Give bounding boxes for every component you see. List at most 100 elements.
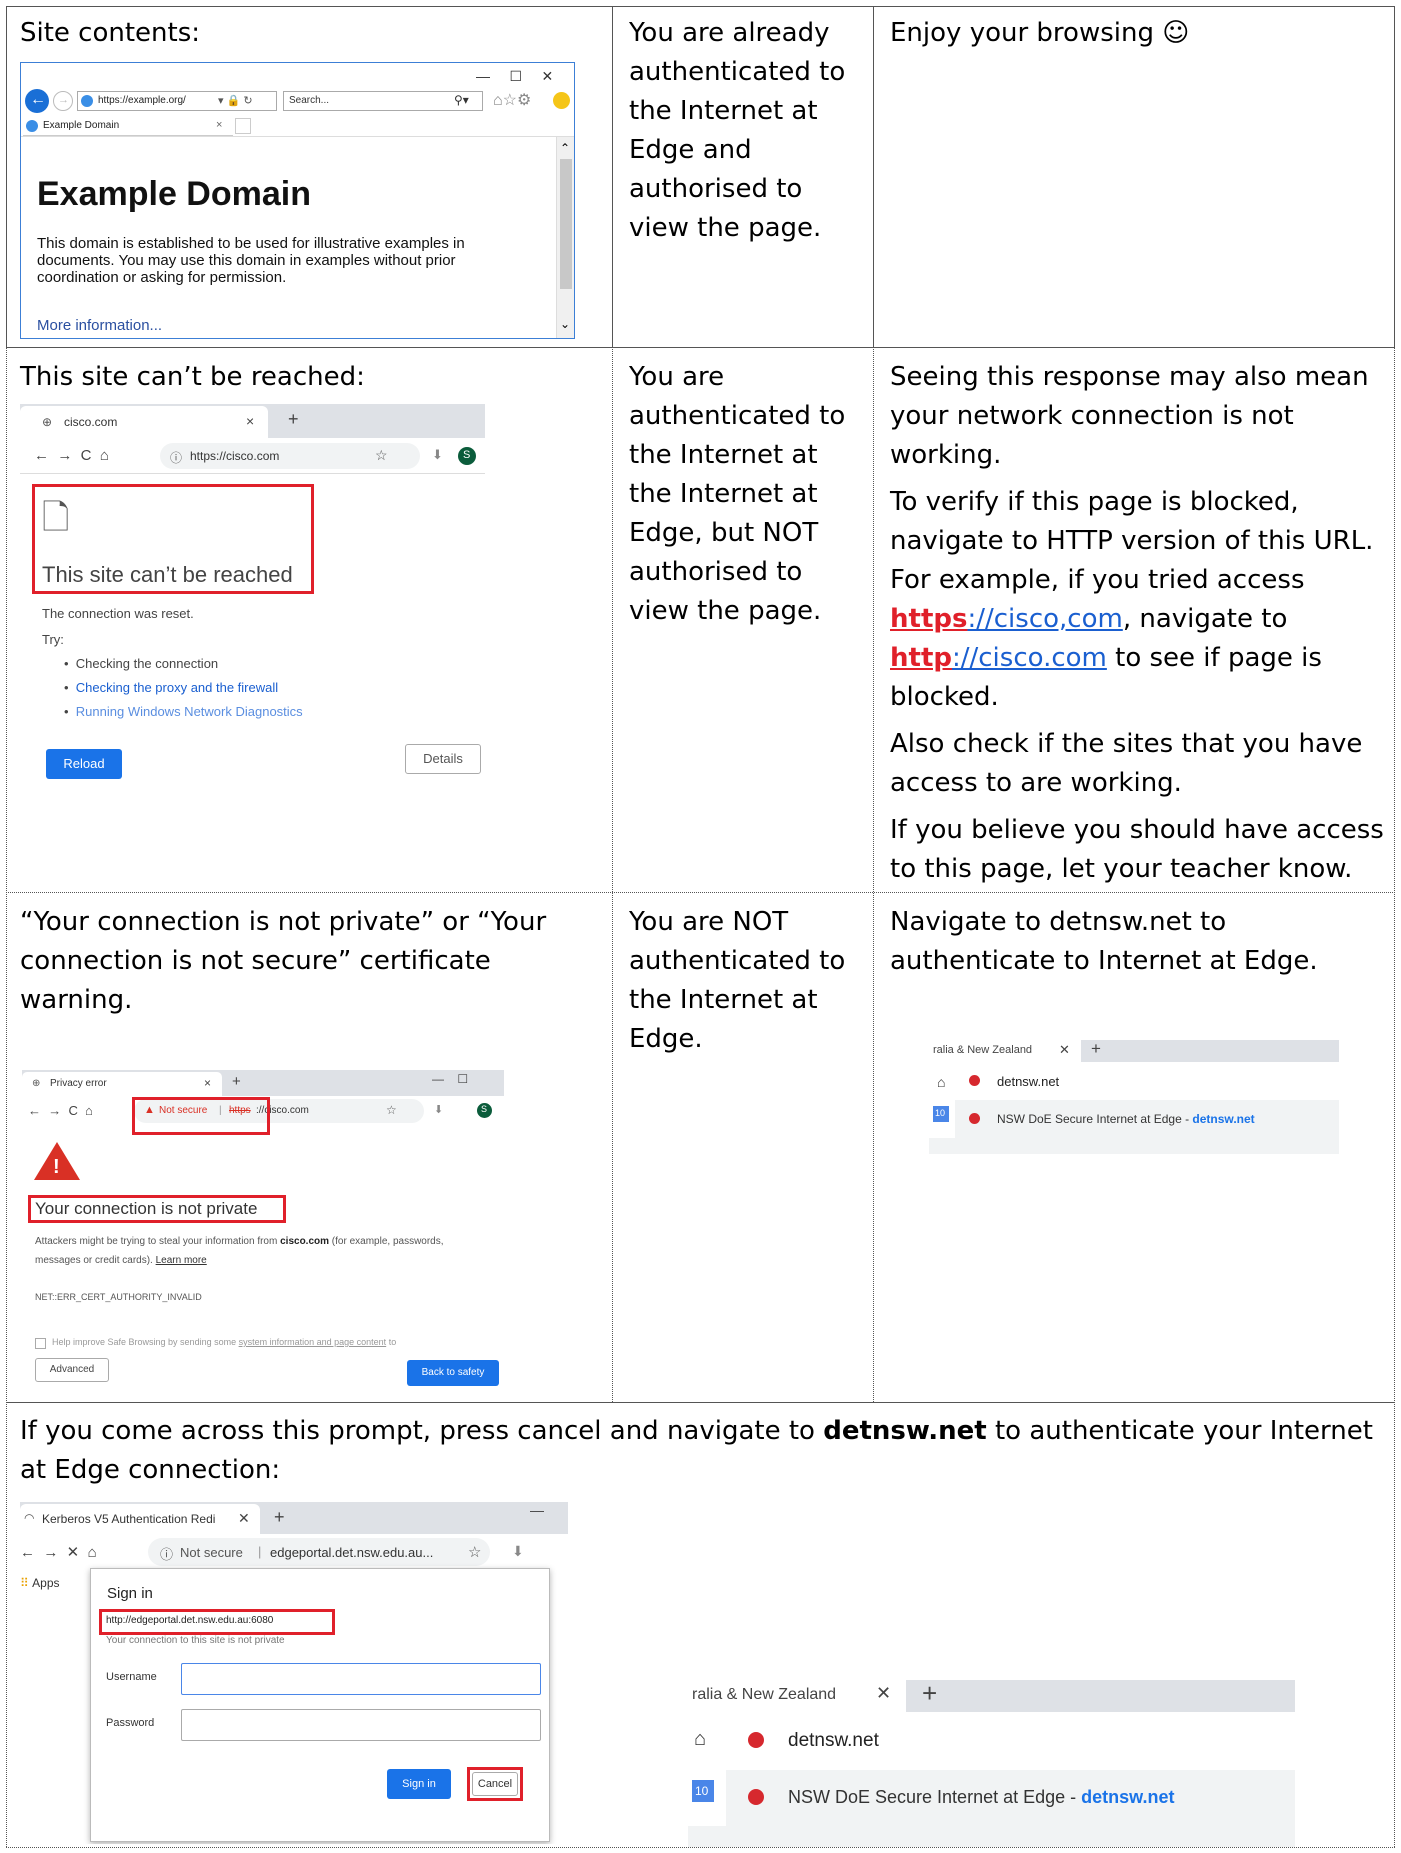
back-to-safety-button[interactable]: Back to safety [407, 1360, 499, 1386]
tab-title[interactable]: ralia & New Zealand [692, 1686, 836, 1704]
star-icon[interactable]: ☆ [468, 1543, 481, 1561]
avatar[interactable]: S [458, 447, 476, 465]
smiley-icon[interactable] [553, 92, 570, 109]
info-icon: ⓘ [170, 451, 183, 465]
signin-dialog: Sign in http://edgeportal.det.nsw.edu.au… [90, 1568, 550, 1842]
scrollbar[interactable]: ⌃ ⌄ [556, 137, 574, 338]
col-divider-1-r1 [612, 6, 613, 347]
cancel-button[interactable]: Cancel [472, 1772, 518, 1796]
home-icon[interactable]: ⌂ [937, 1074, 945, 1090]
search-box[interactable]: Search... ⚲▾ [283, 91, 483, 111]
home-icon[interactable]: ⌂ [694, 1728, 706, 1751]
tab-title: Example Domain [43, 120, 120, 131]
http-link-rest[interactable]: ://cisco.com [952, 643, 1107, 673]
https-link-rest[interactable]: ://cisco,com [967, 604, 1122, 634]
tab-close-icon[interactable]: ✕ [238, 1510, 250, 1527]
calendar-number: 10 [695, 1784, 709, 1798]
dialog-url: http://edgeportal.det.nsw.edu.au:6080 [106, 1615, 274, 1626]
chrome-tab[interactable]: ⊕ cisco.com × [20, 406, 268, 438]
download-icon[interactable]: ⬇ [512, 1543, 524, 1560]
star-icon[interactable]: ☆ [386, 1103, 397, 1117]
apps-bookmark[interactable]: ⠿ Apps [20, 1576, 60, 1590]
omnibox[interactable]: detnsw.net [726, 1712, 1295, 1770]
tab-title: cisco.com [64, 415, 118, 429]
error-code: NET::ERR_CERT_AUTHORITY_INVALID [35, 1292, 202, 1302]
try-item-2[interactable]: • Checking the proxy and the firewall [64, 680, 278, 695]
safe-browsing-checkbox[interactable] [35, 1338, 46, 1349]
tab-title[interactable]: ralia & New Zealand [933, 1044, 1032, 1056]
privacy-site: cisco.com [280, 1236, 330, 1247]
new-tab-plus-icon[interactable]: + [922, 1680, 937, 1709]
toolbar: ← → C ⌂ ⓘ https://cisco.com ☆ ⬇ S [20, 438, 485, 474]
row4-text-a: If you come across this prompt, press ca… [20, 1416, 824, 1446]
scroll-down-icon[interactable]: ⌄ [560, 317, 570, 331]
details-button[interactable]: Details [405, 744, 481, 774]
apps-label[interactable]: Apps [32, 1576, 59, 1590]
username-label: Username [106, 1671, 157, 1683]
suggestion-text: NSW DoE Secure Internet at Edge - detnsw… [997, 1112, 1255, 1126]
omnibox-suggestion[interactable]: NSW DoE Secure Internet at Edge - detnsw… [726, 1770, 1295, 1826]
row4-text-bold: detnsw.net [823, 1416, 987, 1446]
advanced-button[interactable]: Advanced [35, 1358, 109, 1382]
search-icon[interactable]: ⚲▾ [454, 93, 469, 107]
arrow-left-icon: ← [30, 91, 46, 108]
scroll-thumb[interactable] [560, 159, 572, 289]
new-tab-plus-icon[interactable]: + [288, 409, 299, 430]
back-button[interactable]: ← [25, 89, 49, 113]
address-bar[interactable]: https://example.org/ ▾ 🔒 ↻ [77, 91, 277, 111]
row-divider-3 [6, 1402, 1395, 1403]
table-border-right-r1 [1394, 6, 1395, 347]
omnibox-suggestion[interactable]: NSW DoE Secure Internet at Edge - detnsw… [955, 1100, 1339, 1138]
tab-close-icon[interactable]: × [204, 1076, 211, 1090]
col-divider-1 [612, 347, 613, 1402]
download-icon[interactable]: ⬇ [434, 1103, 443, 1116]
try-item-3-text[interactable]: Running Windows Network Diagnostics [76, 704, 303, 719]
http-highlight[interactable]: http [890, 643, 952, 673]
omnibox[interactable]: ⓘ Not secure | edgeportal.det.nsw.edu.au… [148, 1538, 490, 1566]
password-field[interactable] [181, 1709, 541, 1741]
ie-tab[interactable]: Example Domain × [23, 116, 233, 136]
scroll-up-icon[interactable]: ⌃ [560, 141, 570, 155]
omnibox[interactable]: detnsw.net [955, 1062, 1339, 1100]
tab-close-icon[interactable]: × [246, 413, 254, 429]
calendar-icon: 10 [692, 1780, 714, 1802]
new-tab-button[interactable] [235, 118, 251, 134]
https-highlight[interactable]: https [890, 604, 967, 634]
try-item-3[interactable]: • Running Windows Network Diagnostics [64, 704, 303, 719]
new-tab-plus-icon[interactable]: + [1091, 1040, 1101, 1059]
nav-icons[interactable]: ← → C ⌂ [28, 1103, 93, 1118]
tab-close-icon[interactable]: × [216, 119, 222, 131]
avatar[interactable]: S [477, 1103, 492, 1118]
globe-icon: ⊕ [42, 415, 53, 429]
more-info-link[interactable]: More information... [37, 317, 162, 334]
sign-in-button[interactable]: Sign in [387, 1769, 451, 1799]
learn-more-link[interactable]: Learn more [156, 1255, 207, 1266]
tab-close-icon[interactable]: ✕ [1059, 1042, 1070, 1058]
username-field[interactable] [181, 1663, 541, 1695]
star-icon[interactable]: ☆ [375, 447, 388, 464]
omnibox-query: detnsw.net [788, 1730, 879, 1751]
try-item-1-text: Checking the connection [75, 656, 219, 671]
privacy-body: Attackers might be trying to steal your … [35, 1232, 485, 1270]
omnibox[interactable]: ⓘ https://cisco.com ☆ [160, 443, 420, 469]
tab-close-icon[interactable]: ✕ [876, 1683, 891, 1704]
nsw-waratah-icon [969, 1113, 980, 1124]
nav-icons[interactable]: ← → ✕ ⌂ [20, 1543, 97, 1561]
forward-button[interactable]: → [53, 91, 73, 111]
row2-p2-a: To verify if this page is blocked, navig… [890, 487, 1374, 595]
col-divider-2-r1 [873, 6, 874, 347]
download-icon[interactable]: ⬇ [432, 447, 443, 463]
new-tab-plus-icon[interactable]: + [232, 1073, 241, 1090]
home-star-gear-icons[interactable]: ⌂☆⚙ [493, 90, 531, 110]
reload-button[interactable]: Reload [46, 749, 122, 779]
new-tab-plus-icon[interactable]: + [274, 1507, 285, 1528]
try-item-2-text[interactable]: Checking the proxy and the firewall [76, 680, 278, 695]
table-border-left [6, 347, 7, 1847]
minimize-icon[interactable]: — [530, 1502, 544, 1518]
omnibox-query: detnsw.net [997, 1074, 1060, 1089]
chrome-tab[interactable]: ⊕ Privacy error × [22, 1072, 222, 1096]
chrome-tab[interactable]: ◠ Kerberos V5 Authentication Redi ✕ [20, 1504, 260, 1534]
password-label: Password [106, 1717, 155, 1729]
nav-icons[interactable]: ← → C ⌂ [34, 447, 109, 464]
help-link[interactable]: system information and page content [239, 1337, 387, 1347]
